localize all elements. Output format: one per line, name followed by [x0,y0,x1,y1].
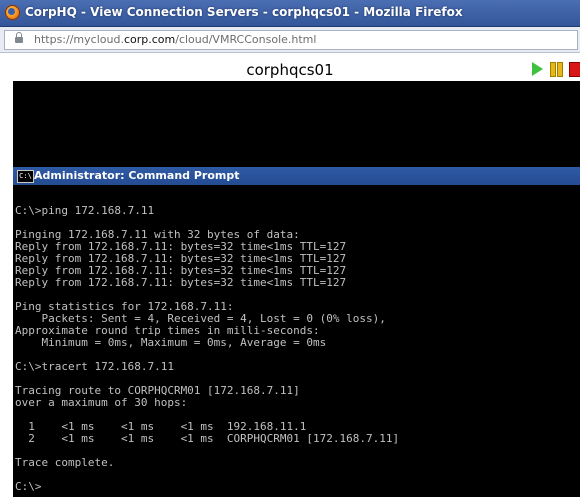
window-title: CorpHQ - View Connection Servers - corph… [25,5,463,19]
terminal-line: Tracing route to CORPHQCRM01 [172.168.7.… [15,385,300,397]
terminal-line: C:\> [15,481,42,493]
command-prompt-window[interactable]: C:\ Administrator: Command Prompt C:\>pi… [13,167,580,497]
terminal-line: 2 <1 ms <1 ms <1 ms CORPHQCRM01 [172.168… [15,433,400,445]
vm-name: corphqcs01 [246,61,334,79]
address-bar: https://mycloud.corp.com/cloud/VMRCConso… [0,27,580,53]
terminal-line: Reply from 172.168.7.11: bytes=32 time<1… [15,253,347,265]
terminal-line: C:\>tracert 172.168.7.11 [15,361,174,373]
url-text[interactable]: https://mycloud.corp.com/cloud/VMRCConso… [34,33,316,46]
command-prompt-title-bar[interactable]: C:\ Administrator: Command Prompt [13,167,580,185]
play-icon[interactable] [532,62,543,76]
page-margin [0,81,14,497]
terminal-line: Packets: Sent = 4, Received = 4, Lost = … [15,313,386,325]
remote-console-screen[interactable] [13,81,580,167]
terminal-line: C:\>ping 172.168.7.11 [15,205,155,217]
terminal-line: Pinging 172.168.7.11 with 32 bytes of da… [15,229,300,241]
lock-icon[interactable] [15,32,23,43]
pause-icon[interactable] [550,62,563,77]
terminal-line: over a maximum of 30 hops: [15,397,188,409]
stop-icon[interactable] [569,62,580,77]
console-header: corphqcs01 [0,53,580,81]
terminal-line: Reply from 172.168.7.11: bytes=32 time<1… [15,265,347,277]
terminal-line: Trace complete. [15,457,115,469]
url-domain: corp.com [123,33,176,46]
terminal-output[interactable]: C:\>ping 172.168.7.11 Pinging 172.168.7.1… [15,193,575,493]
terminal-line: Reply from 172.168.7.11: bytes=32 time<1… [15,241,347,253]
command-prompt-icon: C:\ [17,170,34,183]
terminal-line: Reply from 172.168.7.11: bytes=32 time<1… [15,277,347,289]
firefox-icon[interactable] [5,5,20,20]
url-suffix: /cloud/VMRCConsole.html [175,33,317,46]
terminal-line: Approximate round trip times in milli-se… [15,325,320,337]
terminal-line: 1 <1 ms <1 ms <1 ms 192.168.11.1 [15,421,307,433]
browser-title-bar[interactable]: CorpHQ - View Connection Servers - corph… [0,0,580,27]
command-prompt-title: Administrator: Command Prompt [34,169,240,182]
terminal-line: Minimum = 0ms, Maximum = 0ms, Average = … [15,337,327,349]
terminal-line: Ping statistics for 172.168.7.11: [15,301,234,313]
url-field[interactable]: https://mycloud.corp.com/cloud/VMRCConso… [4,30,578,50]
url-prefix: https://mycloud. [34,33,124,46]
